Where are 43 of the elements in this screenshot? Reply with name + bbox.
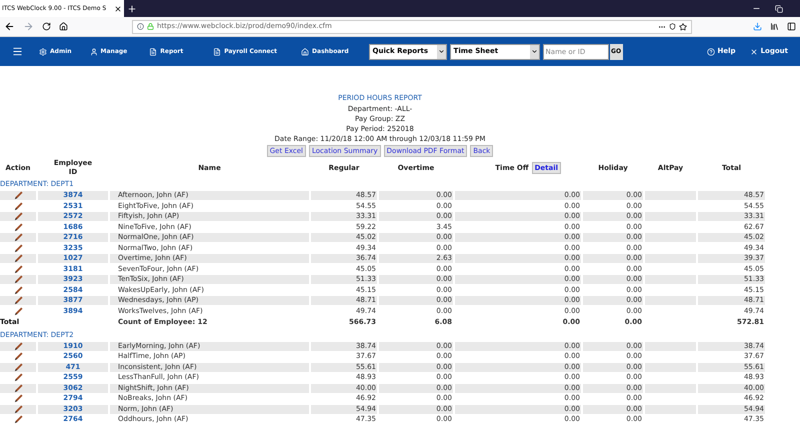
pencil-icon[interactable] (14, 352, 22, 361)
download-icon[interactable] (753, 22, 762, 31)
shield-icon[interactable] (669, 23, 676, 30)
close-icon[interactable] (114, 4, 122, 12)
pencil-icon[interactable] (14, 212, 22, 221)
pencil-icon[interactable] (14, 415, 22, 424)
close-icon (750, 48, 758, 56)
menu-icon[interactable] (12, 46, 23, 57)
home-icon[interactable] (59, 22, 68, 31)
document-icon (149, 48, 158, 56)
reload-icon[interactable] (42, 22, 51, 31)
home-icon (301, 48, 310, 56)
sidebar-icon[interactable] (787, 22, 796, 31)
pencil-icon[interactable] (14, 264, 22, 274)
pencil-icon[interactable] (14, 233, 22, 242)
pencil-icon[interactable] (14, 306, 22, 316)
info-icon (137, 23, 144, 30)
gear-icon (39, 48, 47, 56)
caret-icon (438, 48, 445, 55)
pencil-icon[interactable] (14, 394, 22, 403)
pencil-icon[interactable] (14, 202, 22, 210)
pencil-icon[interactable] (14, 286, 22, 294)
back-icon[interactable] (4, 21, 15, 32)
document-icon (213, 48, 222, 56)
new-tab-icon[interactable] (127, 4, 137, 14)
star-icon[interactable] (679, 22, 687, 30)
pencil-icon[interactable] (14, 254, 22, 263)
pencil-icon[interactable] (14, 373, 22, 382)
restore-icon[interactable] (775, 4, 783, 12)
help-icon (706, 48, 715, 56)
caret-icon (530, 48, 538, 55)
pencil-icon[interactable] (14, 342, 22, 350)
pencil-icon[interactable] (14, 362, 22, 372)
pencil-icon[interactable] (14, 244, 22, 252)
library-icon[interactable] (770, 22, 779, 31)
pencil-icon[interactable] (14, 404, 22, 414)
pencil-icon[interactable] (14, 191, 22, 200)
pencil-icon[interactable] (14, 222, 22, 232)
lock-icon (147, 23, 154, 30)
pencil-icon[interactable] (14, 275, 22, 284)
user-icon (90, 48, 98, 56)
pencil-icon[interactable] (14, 384, 22, 392)
pencil-icon[interactable] (14, 296, 22, 305)
